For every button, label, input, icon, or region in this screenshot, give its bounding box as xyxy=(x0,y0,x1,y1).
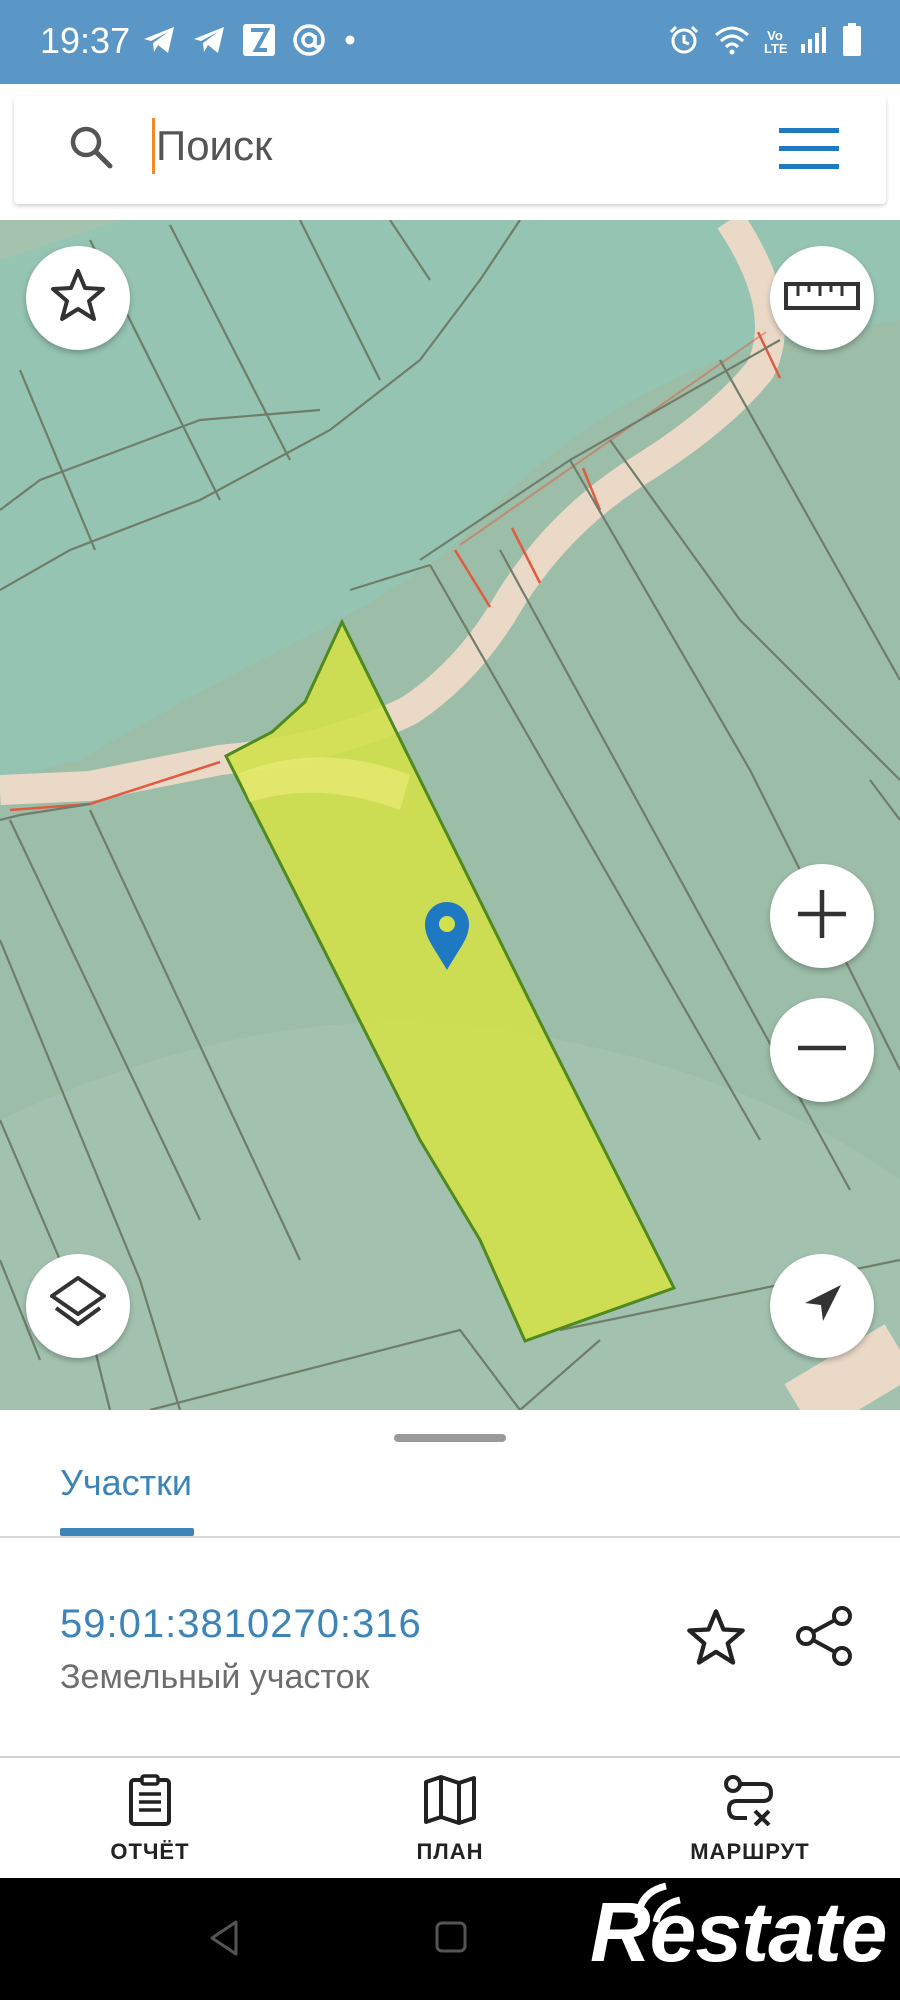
map-view[interactable] xyxy=(0,220,900,1410)
ruler-button[interactable] xyxy=(770,246,874,350)
nav-label-plan: ПЛАН xyxy=(416,1839,484,1864)
route-icon xyxy=(640,1774,860,1831)
text-cursor xyxy=(152,118,155,174)
status-bar: 19:37 Vo LTE xyxy=(0,0,900,84)
battery-icon xyxy=(842,22,862,62)
parcel-cadastral-number[interactable]: 59:01:3810270:316 xyxy=(60,1602,422,1647)
map-icon xyxy=(340,1774,560,1831)
star-icon[interactable] xyxy=(684,1606,748,1675)
home-icon[interactable] xyxy=(434,1920,468,1959)
status-system-icons: Vo LTE xyxy=(668,18,862,66)
tab-active-indicator xyxy=(60,1528,194,1536)
dot-icon xyxy=(342,32,358,53)
favorite-star-button[interactable] xyxy=(26,246,130,350)
system-navigation-bar: Restate xyxy=(0,1878,900,2000)
volte-icon: Vo LTE xyxy=(764,28,788,56)
watermark-text: Restate xyxy=(590,1885,887,1979)
map-canvas[interactable] xyxy=(0,220,900,1410)
wifi-icon xyxy=(714,25,750,60)
status-notification-icons xyxy=(142,18,358,66)
ruler-icon xyxy=(783,278,861,319)
share-icon[interactable] xyxy=(792,1604,856,1673)
telegram-icon xyxy=(142,25,176,60)
back-icon[interactable] xyxy=(206,1918,242,1963)
layers-button[interactable] xyxy=(26,1254,130,1358)
nav-item-report[interactable]: ОТЧЁТ xyxy=(40,1774,260,1878)
status-time: 19:37 xyxy=(40,20,131,61)
zoom-in-button[interactable] xyxy=(770,864,874,968)
nav-item-route[interactable]: МАРШРУТ xyxy=(640,1774,860,1878)
telegram-icon xyxy=(192,25,226,60)
nav-label-report: ОТЧЁТ xyxy=(110,1839,190,1864)
search-input[interactable] xyxy=(156,118,716,174)
search-bar xyxy=(14,96,886,204)
layers-icon xyxy=(46,1272,110,1341)
drag-handle[interactable] xyxy=(394,1434,506,1442)
sheet-divider xyxy=(0,1756,900,1758)
nav-item-plan[interactable]: ПЛАН xyxy=(340,1774,560,1878)
plus-icon xyxy=(792,884,852,949)
tab-parcels[interactable]: Участки xyxy=(60,1462,192,1504)
search-icon[interactable] xyxy=(66,122,118,179)
minus-icon xyxy=(792,1018,852,1083)
zoom-out-button[interactable] xyxy=(770,998,874,1102)
report-icon xyxy=(40,1774,260,1831)
alarm-icon xyxy=(668,24,700,61)
my-location-button[interactable] xyxy=(770,1254,874,1358)
nav-label-route: МАРШРУТ xyxy=(690,1839,810,1864)
parcel-type: Земельный участок xyxy=(60,1658,370,1696)
signal-icon xyxy=(800,26,828,59)
tab-divider xyxy=(0,1536,900,1538)
star-icon xyxy=(48,266,108,331)
at-sign-icon xyxy=(292,23,326,62)
bottom-navigation: ОТЧЁТ ПЛАН МАРШРУТ xyxy=(0,1760,900,1878)
navigation-arrow-icon xyxy=(797,1279,847,1334)
app-icon xyxy=(242,23,276,62)
menu-icon[interactable] xyxy=(778,126,840,177)
